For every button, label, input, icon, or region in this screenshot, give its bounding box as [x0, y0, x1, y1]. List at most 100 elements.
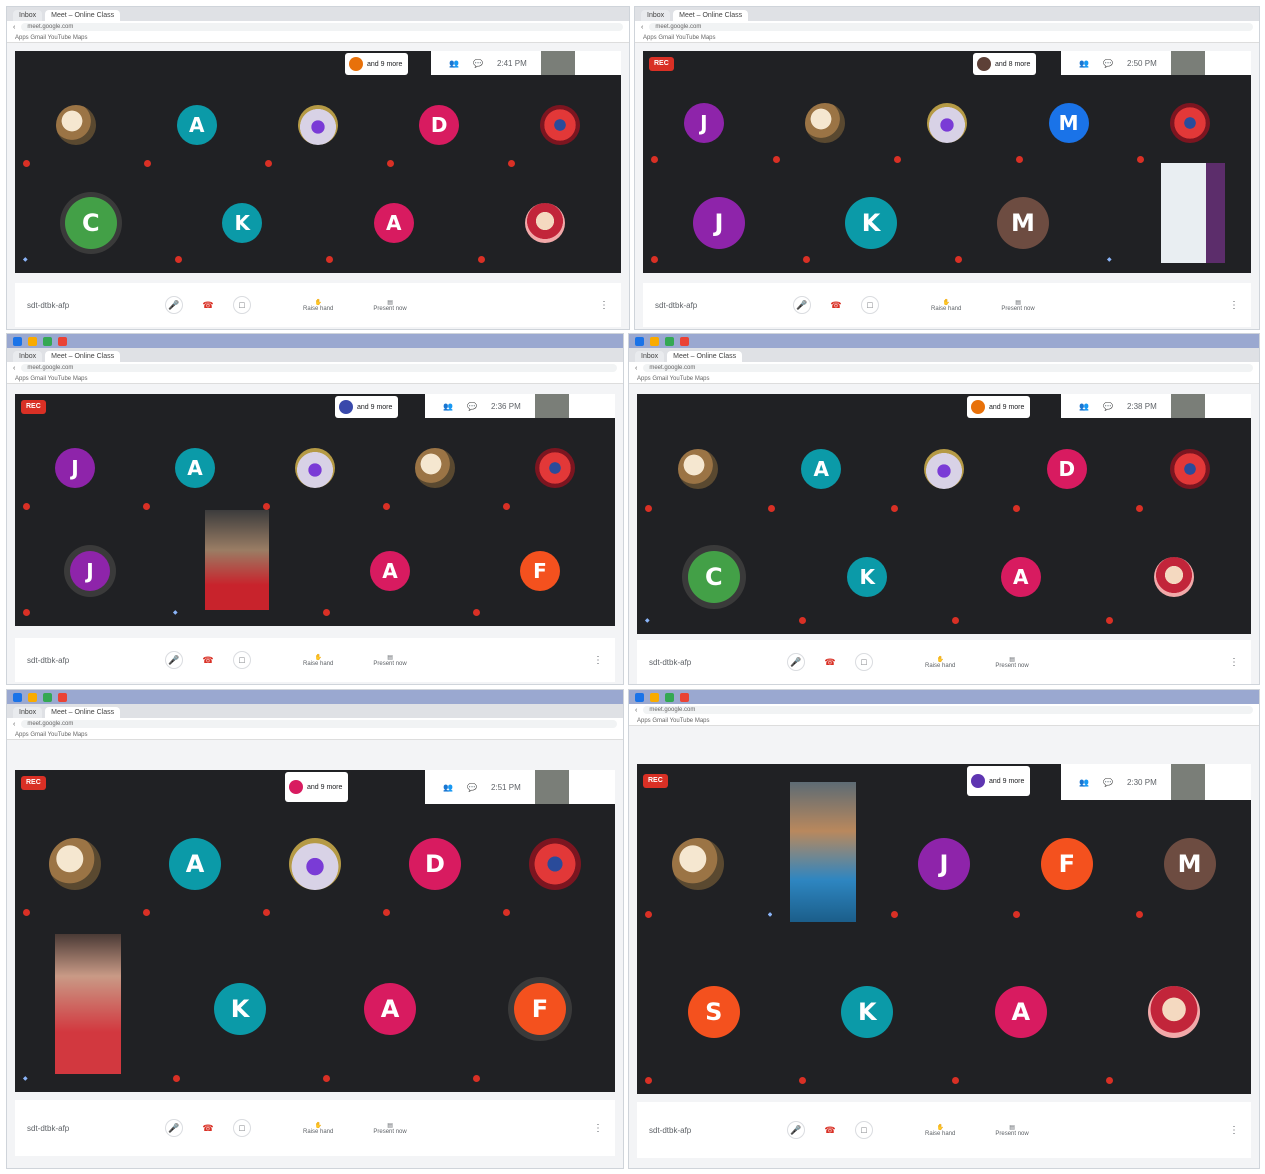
participant-tile[interactable]: ◆: [760, 782, 883, 924]
participant-tile[interactable]: J: [883, 804, 1006, 924]
mic-icon[interactable]: 🎤: [165, 296, 183, 314]
participant-tile[interactable]: J: [643, 77, 765, 169]
app-icon[interactable]: [680, 336, 689, 346]
browser-tab[interactable]: Inbox: [641, 10, 671, 21]
participant-tile[interactable]: A: [135, 420, 255, 516]
more-vert-icon[interactable]: ⋮: [593, 1123, 603, 1134]
participant-tile[interactable]: [637, 420, 760, 518]
present-button[interactable]: ▤ Present now: [373, 299, 406, 312]
present-button[interactable]: ▤ Present now: [995, 1124, 1028, 1137]
browser-tab[interactable]: Inbox: [635, 351, 665, 362]
participant-tile[interactable]: C ◆: [637, 524, 791, 630]
participant-tile[interactable]: [495, 420, 615, 516]
participant-tile[interactable]: ◆: [165, 510, 315, 622]
participant-tile[interactable]: K: [167, 177, 319, 269]
participant-tile[interactable]: M: [947, 177, 1099, 269]
present-button[interactable]: ▤ Present now: [1001, 299, 1034, 312]
mic-icon[interactable]: 🎤: [165, 651, 183, 669]
end-call-icon[interactable]: ☎: [821, 653, 839, 671]
people-icon[interactable]: 👥: [1079, 59, 1089, 68]
mic-icon[interactable]: 🎤: [165, 1119, 183, 1137]
participant-tile[interactable]: ◆: [1099, 163, 1251, 269]
participant-tile[interactable]: [470, 177, 622, 269]
participant-tile[interactable]: [15, 77, 136, 173]
participant-tile[interactable]: [1098, 524, 1252, 630]
back-icon[interactable]: ‹: [635, 365, 637, 372]
browser-tab-meet[interactable]: Meet – Online Class: [45, 10, 121, 21]
participant-tile[interactable]: J: [643, 177, 795, 269]
folder-icon[interactable]: [650, 692, 659, 702]
folder-icon[interactable]: [650, 336, 659, 346]
camera-icon[interactable]: □: [855, 1121, 873, 1139]
browser-tab-meet[interactable]: Meet – Online Class: [673, 10, 749, 21]
back-icon[interactable]: ‹: [13, 721, 15, 728]
participant-tile[interactable]: K: [795, 177, 947, 269]
chat-icon[interactable]: 💬: [1103, 402, 1113, 411]
participant-tile[interactable]: K: [791, 524, 945, 630]
url-field[interactable]: meet.google.com: [21, 23, 623, 31]
chat-icon[interactable]: 💬: [467, 783, 477, 792]
participant-tile[interactable]: A: [135, 806, 255, 922]
chrome-icon[interactable]: [43, 336, 52, 346]
participant-tile[interactable]: A: [315, 520, 465, 622]
camera-icon[interactable]: □: [233, 296, 251, 314]
participant-tile[interactable]: M: [1128, 804, 1251, 924]
end-call-icon[interactable]: ☎: [827, 296, 845, 314]
participant-tile[interactable]: F: [465, 930, 615, 1088]
raise-hand-button[interactable]: ✋ Raise hand: [303, 654, 333, 667]
url-field[interactable]: meet.google.com: [643, 364, 1253, 372]
participant-tile[interactable]: A: [944, 934, 1098, 1090]
start-icon[interactable]: [13, 336, 22, 346]
participant-tile[interactable]: J: [15, 420, 135, 516]
participant-tile[interactable]: D: [1005, 420, 1128, 518]
start-icon[interactable]: [635, 692, 644, 702]
participant-tile[interactable]: [15, 806, 135, 922]
url-field[interactable]: meet.google.com: [643, 706, 1253, 714]
end-call-icon[interactable]: ☎: [199, 1119, 217, 1137]
back-icon[interactable]: ‹: [641, 24, 643, 31]
participant-tile[interactable]: K: [791, 934, 945, 1090]
participant-tile[interactable]: K: [165, 930, 315, 1088]
participant-tile[interactable]: [255, 806, 375, 922]
participant-tile[interactable]: [886, 77, 1008, 169]
more-vert-icon[interactable]: ⋮: [1229, 1125, 1239, 1136]
participant-tile[interactable]: M: [1008, 77, 1130, 169]
participant-tile[interactable]: [1128, 420, 1251, 518]
back-icon[interactable]: ‹: [635, 707, 637, 714]
mic-icon[interactable]: 🎤: [793, 296, 811, 314]
url-field[interactable]: meet.google.com: [21, 720, 617, 728]
browser-tab[interactable]: Inbox: [13, 351, 43, 362]
url-field[interactable]: meet.google.com: [649, 23, 1253, 31]
participant-tile[interactable]: [637, 804, 760, 924]
participant-tile[interactable]: [375, 420, 495, 516]
present-button[interactable]: ▤ Present now: [373, 1122, 406, 1135]
chat-icon[interactable]: 💬: [1103, 778, 1113, 787]
participant-tile[interactable]: [257, 77, 378, 173]
more-vert-icon[interactable]: ⋮: [1229, 657, 1239, 668]
back-icon[interactable]: ‹: [13, 365, 15, 372]
camera-icon[interactable]: □: [233, 1119, 251, 1137]
raise-hand-button[interactable]: ✋ Raise hand: [303, 1122, 333, 1135]
browser-tab[interactable]: Inbox: [13, 10, 43, 21]
participant-tile[interactable]: F: [465, 520, 615, 622]
participant-tile[interactable]: J: [15, 520, 165, 622]
app-icon[interactable]: [680, 692, 689, 702]
browser-tab-meet[interactable]: Meet – Online Class: [667, 351, 743, 362]
more-vert-icon[interactable]: ⋮: [593, 655, 603, 666]
browser-tab-meet[interactable]: Meet – Online Class: [45, 351, 121, 362]
chrome-icon[interactable]: [43, 692, 52, 702]
chrome-icon[interactable]: [665, 336, 674, 346]
present-button[interactable]: ▤ Present now: [373, 654, 406, 667]
end-call-icon[interactable]: ☎: [199, 651, 217, 669]
camera-icon[interactable]: □: [233, 651, 251, 669]
url-field[interactable]: meet.google.com: [21, 364, 617, 372]
start-icon[interactable]: [13, 692, 22, 702]
chat-icon[interactable]: 💬: [1103, 59, 1113, 68]
start-icon[interactable]: [635, 336, 644, 346]
camera-icon[interactable]: □: [861, 296, 879, 314]
browser-tab-meet[interactable]: Meet – Online Class: [45, 707, 121, 718]
participant-tile[interactable]: ◆: [15, 930, 165, 1088]
mic-icon[interactable]: 🎤: [787, 1121, 805, 1139]
participant-tile[interactable]: [495, 806, 615, 922]
back-icon[interactable]: ‹: [13, 24, 15, 31]
